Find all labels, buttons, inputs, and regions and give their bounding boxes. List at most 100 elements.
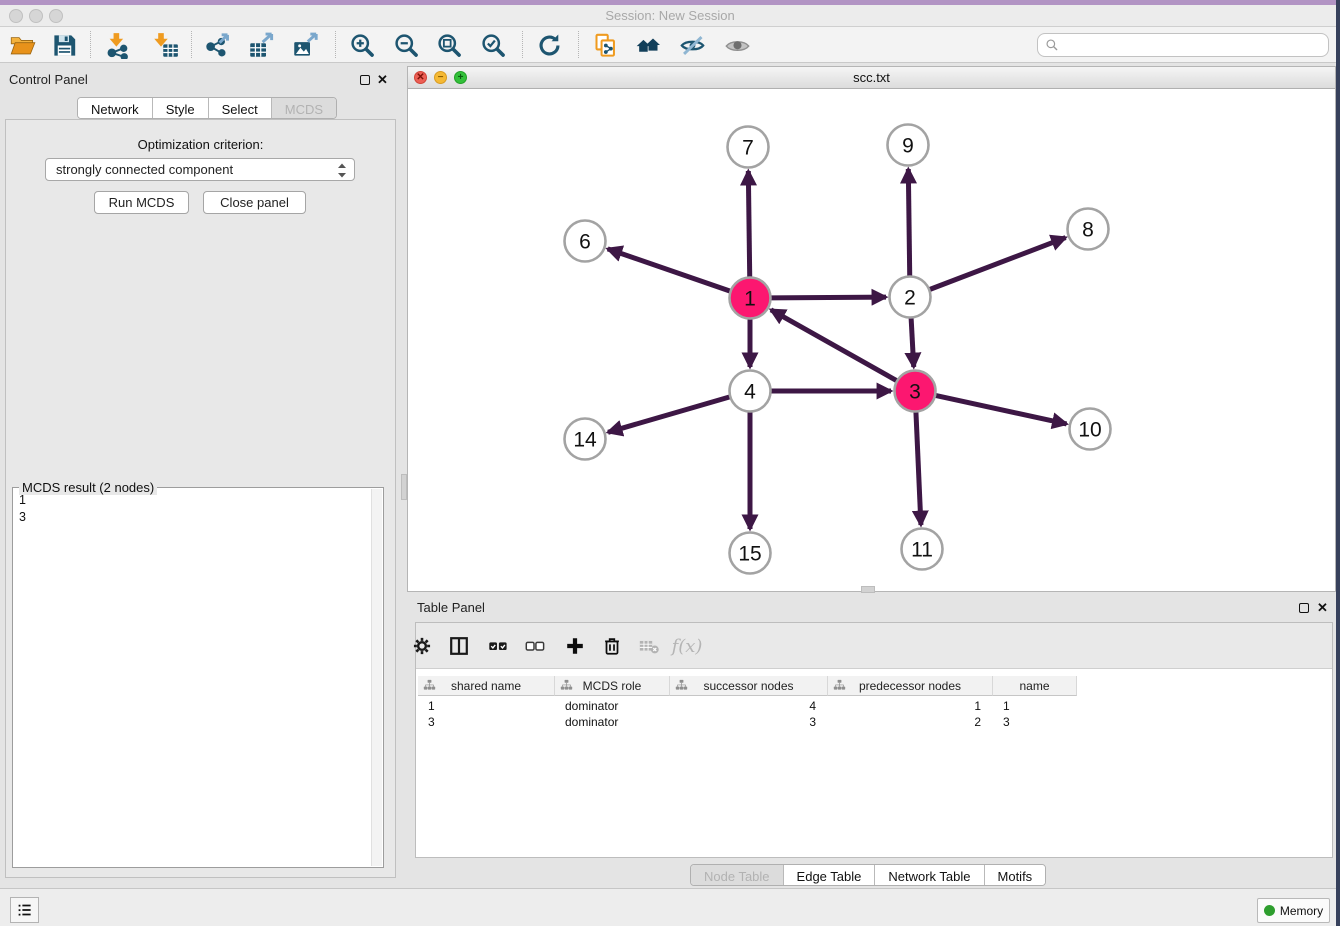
table-cell[interactable]: 1 (828, 698, 993, 714)
graph-edge-3-10[interactable] (936, 395, 1067, 423)
home-layout-button[interactable] (630, 29, 666, 61)
control-panel-float-button[interactable] (360, 73, 370, 88)
export-image-button[interactable] (287, 29, 323, 61)
table-cell[interactable]: 1 (993, 698, 1077, 714)
tab-select[interactable]: Select (209, 98, 272, 118)
optimization-criterion-label: Optimization criterion: (0, 137, 401, 152)
show-all-button[interactable] (719, 29, 755, 61)
delete-columns-button[interactable] (597, 631, 627, 661)
plus-icon (564, 635, 586, 657)
table-cell[interactable]: 1 (418, 698, 555, 714)
network-splitter-grip[interactable] (861, 586, 875, 593)
graph-node-label-7: 7 (742, 137, 754, 160)
graph-node-label-1: 1 (744, 288, 756, 311)
result-scrollbar[interactable] (371, 489, 382, 866)
select-all-columns-button[interactable] (483, 631, 513, 661)
table-cell[interactable]: dominator (555, 714, 670, 730)
tab-motifs[interactable]: Motifs (985, 865, 1046, 885)
criterion-select[interactable]: strongly connected component (45, 158, 355, 181)
tab-mcds[interactable]: MCDS (272, 98, 336, 118)
table-panel-close-button[interactable]: ✕ (1317, 600, 1328, 616)
graph-node-label-2: 2 (904, 287, 916, 310)
graph-edge-3-11[interactable] (916, 412, 921, 525)
table-panel-float-button[interactable] (1299, 601, 1309, 616)
search-input[interactable] (1059, 35, 1328, 55)
run-mcds-button[interactable]: Run MCDS (94, 191, 189, 214)
network-canvas[interactable]: 7968124314101511 (408, 89, 1335, 592)
export-table-button[interactable] (243, 29, 279, 61)
create-column-button[interactable] (560, 631, 590, 661)
zoom-fit-button[interactable] (431, 29, 467, 61)
node-table: shared nameMCDS role successor nodes prede… (416, 676, 1332, 858)
table-cell[interactable]: 4 (670, 698, 828, 714)
column-header-name[interactable]: name (993, 676, 1077, 696)
hide-selected-button[interactable] (674, 29, 710, 61)
window-title: Session: New Session (0, 8, 1340, 23)
graph-edge-2-9[interactable] (908, 169, 909, 276)
search-field[interactable] (1037, 33, 1329, 57)
memory-status-icon (1264, 905, 1275, 916)
table-cell[interactable]: 2 (828, 714, 993, 730)
graph-edge-2-3[interactable] (911, 318, 914, 367)
export-network-button[interactable] (200, 29, 236, 61)
show-columns-button[interactable] (444, 631, 474, 661)
graph-node-label-10: 10 (1078, 419, 1101, 442)
close-panel-button[interactable]: Close panel (203, 191, 306, 214)
tree-icon (560, 679, 573, 692)
tree-icon (675, 679, 688, 692)
column-header-predecessor-nodes[interactable]: predecessor nodes (828, 676, 993, 696)
table-cell[interactable]: 3 (418, 714, 555, 730)
table-options-button[interactable] (407, 631, 437, 661)
save-session-button[interactable] (46, 29, 82, 61)
refresh-view-button[interactable] (531, 29, 567, 61)
graph-node-label-4: 4 (744, 381, 756, 404)
delete-table-button[interactable] (634, 631, 664, 661)
column-header-shared-name[interactable]: shared name (418, 676, 555, 696)
network-window-titlebar[interactable]: ✕ − + scc.txt (408, 67, 1335, 89)
table-toolbar: f(x) (416, 623, 1332, 669)
new-network-from-selection-button[interactable] (587, 29, 623, 61)
table-cell[interactable]: 3 (993, 714, 1077, 730)
tab-network[interactable]: Network (78, 98, 153, 118)
column-header-successor-nodes[interactable]: successor nodes (670, 676, 828, 696)
control-panel-title: Control Panel (9, 72, 88, 87)
import-table-button[interactable] (147, 29, 183, 61)
zoom-in-button[interactable] (344, 29, 380, 61)
memory-button[interactable]: Memory (1257, 898, 1330, 923)
refresh-icon (536, 32, 563, 59)
table-cell[interactable]: 3 (670, 714, 828, 730)
function-builder-button[interactable]: f(x) (672, 631, 702, 661)
graph-edge-2-8[interactable] (930, 238, 1066, 290)
column-header-MCDS-role[interactable]: MCDS role (555, 676, 670, 696)
zoom-selected-button[interactable] (475, 29, 511, 61)
toolbar-separator (522, 31, 523, 58)
copy-network-icon (592, 32, 619, 59)
select-all-icon (487, 635, 509, 657)
node-table-panel: f(x) shared nameMCDS role successor nodes… (415, 622, 1333, 858)
memory-label: Memory (1280, 904, 1323, 918)
tab-edge-table[interactable]: Edge Table (784, 865, 876, 885)
zoom-out-button[interactable] (388, 29, 424, 61)
unselect-all-columns-button[interactable] (520, 631, 550, 661)
graph-edge-1-2[interactable] (771, 297, 886, 298)
graph-edge-1-7[interactable] (748, 171, 749, 277)
open-session-button[interactable] (4, 29, 40, 61)
tab-node-table[interactable]: Node Table (691, 865, 784, 885)
zoom-out-icon (393, 32, 420, 59)
graph-edge-4-14[interactable] (608, 397, 730, 432)
tab-style[interactable]: Style (153, 98, 209, 118)
control-panel-close-button[interactable]: ✕ (377, 72, 388, 88)
import-network-button[interactable] (99, 29, 135, 61)
mcds-result-box[interactable]: MCDS result (2 nodes) 1 3 (12, 487, 384, 868)
export-network-icon (205, 32, 232, 59)
column-header-label: successor nodes (703, 679, 793, 693)
zoom-in-icon (349, 32, 376, 59)
table-cell[interactable]: dominator (555, 698, 670, 714)
mcds-result-title: MCDS result (2 nodes) (19, 480, 157, 495)
graph-edge-1-6[interactable] (608, 249, 730, 291)
task-history-button[interactable] (10, 897, 39, 923)
select-stepper-icon (336, 162, 348, 182)
tab-network-table[interactable]: Network Table (875, 865, 984, 885)
mcds-result-text[interactable]: 1 3 (19, 492, 26, 526)
graph-edge-3-1[interactable] (771, 310, 897, 381)
